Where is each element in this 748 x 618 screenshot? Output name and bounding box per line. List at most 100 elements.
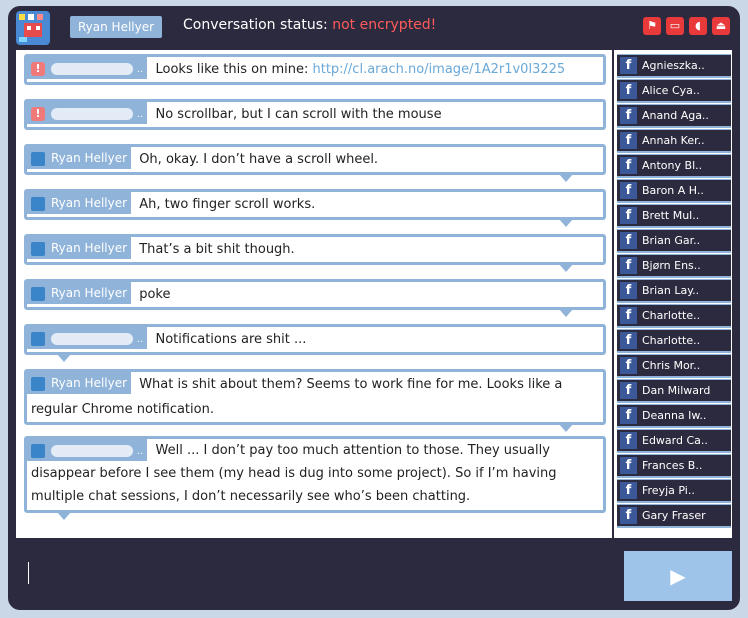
redacted-name: [51, 62, 133, 75]
warning-icon: !: [31, 61, 45, 76]
contact-item[interactable]: f Alice Cya..: [617, 79, 731, 103]
facebook-icon: f: [620, 57, 637, 74]
contact-item[interactable]: f Freyja Pi..: [617, 479, 731, 503]
facebook-icon: f: [620, 432, 637, 449]
facebook-icon: f: [620, 482, 637, 499]
message-sender: !..: [27, 102, 148, 124]
contact-list[interactable]: f Agnieszka.. f Alice Cya.. f Anand Aga.. f Ann…: [614, 50, 732, 538]
bubble-tail: [559, 219, 573, 227]
message-text: Oh, okay. I don’t have a scroll wheel.: [139, 152, 379, 167]
contact-item[interactable]: f Edward Ca..: [617, 429, 731, 453]
contact-name: Charlotte..: [642, 309, 701, 322]
header: Ryan Hellyer Conversation status: not en…: [8, 6, 740, 48]
message-text: Looks like this on mine:: [155, 62, 313, 77]
facebook-icon: f: [620, 207, 637, 224]
chat-icon[interactable]: ▭: [666, 17, 684, 35]
message: !.. No scrollbar, but I can scroll with …: [24, 99, 606, 130]
user-icon: [31, 241, 45, 256]
bubble-tail: [559, 424, 573, 432]
contact-item[interactable]: f Anand Aga..: [617, 104, 731, 128]
contact-item[interactable]: f Brett Mul..: [617, 204, 731, 228]
facebook-icon: f: [620, 307, 637, 324]
contact-name: Dan Milward: [642, 384, 711, 397]
contact-name: Edward Ca..: [642, 434, 708, 447]
contact-item[interactable]: f Gary Fraser: [617, 504, 731, 528]
message-link[interactable]: http://cl.arach.no/image/1A2r1v0l3225: [312, 62, 565, 77]
contact-item[interactable]: f Charlotte..: [617, 329, 731, 353]
message-sender: Ryan Hellyer: [27, 372, 132, 394]
user-icon: [31, 151, 45, 166]
facebook-icon: f: [620, 257, 637, 274]
user-icon: [31, 196, 45, 211]
redacted-name: [51, 332, 133, 345]
facebook-icon: f: [620, 507, 637, 524]
contact-name: Antony Bl..: [642, 159, 703, 172]
sound-icon[interactable]: ◖: [689, 17, 707, 35]
message-sender: Ryan Hellyer: [27, 192, 132, 214]
contact-name: Agnieszka..: [642, 59, 705, 72]
message-text: poke: [139, 287, 171, 302]
message-input[interactable]: [16, 552, 618, 600]
contact-name: Chris Mor..: [642, 359, 701, 372]
contact-name: Deanna Iw..: [642, 409, 707, 422]
contact-item[interactable]: f Dan Milward: [617, 379, 731, 403]
message-sender: Ryan Hellyer: [27, 147, 132, 169]
message-text: That’s a bit shit though.: [139, 242, 295, 257]
user-icon: [31, 443, 45, 458]
eject-icon[interactable]: ⏏: [712, 17, 730, 35]
alert-icon[interactable]: ⚑: [643, 17, 661, 35]
contact-name: Freyja Pi..: [642, 484, 695, 497]
contact-name: Charlotte..: [642, 334, 701, 347]
message-text: Notifications are shit ...: [155, 332, 307, 347]
facebook-icon: f: [620, 132, 637, 149]
contact-item[interactable]: f Annah Ker..: [617, 129, 731, 153]
contact-item[interactable]: f Charlotte..: [617, 304, 731, 328]
message-bubble: .. Notifications are shit ...: [24, 324, 606, 362]
user-icon: [31, 286, 45, 301]
facebook-icon: f: [620, 232, 637, 249]
contact-item[interactable]: f Brian Gar..: [617, 229, 731, 253]
redacted-name: [51, 107, 133, 120]
message: Ryan Hellyer Oh, okay. I don’t have a sc…: [24, 144, 606, 182]
contact-name: Brian Lay..: [642, 284, 700, 297]
contact-item[interactable]: f Baron A H..: [617, 179, 731, 203]
facebook-icon: f: [620, 282, 637, 299]
facebook-icon: f: [620, 457, 637, 474]
contact-name: Baron A H..: [642, 184, 704, 197]
message-text: Ah, two finger scroll works.: [139, 197, 316, 212]
message-bubble: .. Well ... I don’t pay too much attenti…: [24, 436, 606, 520]
message: !.. Looks like this on mine: http://cl.a…: [24, 54, 606, 85]
message: .. Notifications are shit ...: [24, 324, 606, 362]
contact-item[interactable]: f Deanna Iw..: [617, 404, 731, 428]
warning-icon: !: [31, 106, 45, 121]
contact-item[interactable]: f Antony Bl..: [617, 154, 731, 178]
message: Ryan Hellyer What is shit about them? Se…: [24, 369, 606, 432]
message-bubble: Ryan Hellyer poke: [24, 279, 606, 317]
facebook-icon: f: [620, 357, 637, 374]
message-bubble: Ryan Hellyer What is shit about them? Se…: [24, 369, 606, 432]
message-list[interactable]: !.. Looks like this on mine: http://cl.a…: [16, 50, 612, 538]
message-text: No scrollbar, but I can scroll with the …: [155, 107, 442, 122]
contact-item[interactable]: f Chris Mor..: [617, 354, 731, 378]
current-user-badge: Ryan Hellyer: [70, 16, 163, 38]
message-bubble: !.. Looks like this on mine: http://cl.a…: [24, 54, 606, 85]
contact-item[interactable]: f Bjørn Ens..: [617, 254, 731, 278]
facebook-icon: f: [620, 332, 637, 349]
send-button[interactable]: ▶: [624, 551, 732, 601]
send-icon: ▶: [670, 564, 686, 588]
bubble-tail: [57, 354, 71, 362]
facebook-icon: f: [620, 82, 637, 99]
status-value: not encrypted!: [332, 17, 437, 33]
message-sender: !..: [27, 57, 148, 79]
bubble-tail: [559, 309, 573, 317]
message-sender: Ryan Hellyer: [27, 282, 132, 304]
contact-item[interactable]: f Agnieszka..: [617, 54, 731, 78]
app-logo: [16, 11, 50, 45]
redacted-name: [51, 444, 133, 457]
contact-item[interactable]: f Brian Lay..: [617, 279, 731, 303]
contact-item[interactable]: f Frances B..: [617, 454, 731, 478]
bubble-tail: [559, 264, 573, 272]
message-sender: ..: [27, 439, 148, 461]
contact-name: Alice Cya..: [642, 84, 700, 97]
user-icon: [31, 331, 45, 346]
